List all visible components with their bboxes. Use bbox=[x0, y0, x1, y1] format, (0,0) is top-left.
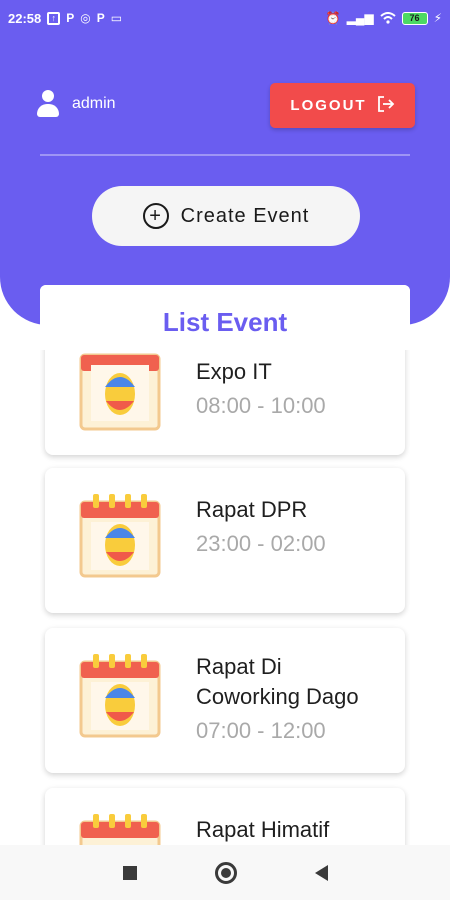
home-button[interactable] bbox=[214, 861, 237, 884]
recent-apps-button[interactable] bbox=[122, 865, 137, 880]
calendar-egg-icon bbox=[79, 654, 161, 738]
event-time: 23:00 - 02:00 bbox=[196, 531, 326, 556]
charging-icon: ⚡ bbox=[433, 11, 442, 25]
signal-icon: ▂▄▆ bbox=[346, 11, 374, 25]
event-card[interactable]: Rapat Di Coworking Dago 07:00 - 12:00 bbox=[45, 628, 405, 773]
logout-button[interactable]: LOGOUT bbox=[270, 83, 415, 128]
add-circle-icon: + bbox=[142, 203, 169, 229]
header-background bbox=[0, 0, 450, 325]
back-button[interactable] bbox=[314, 864, 328, 881]
event-time: 07:00 - 12:00 bbox=[196, 718, 326, 743]
alarm-icon: ⏰ bbox=[325, 11, 341, 25]
event-title: Expo IT bbox=[196, 359, 272, 384]
event-title: Rapat DPR bbox=[196, 497, 308, 522]
event-card[interactable]: Rapat Himatif bbox=[45, 788, 405, 845]
calendar-egg-icon bbox=[79, 814, 161, 845]
event-card[interactable]: Rapat DPR 23:00 - 02:00 bbox=[45, 468, 405, 613]
battery-icon: 76 bbox=[401, 11, 428, 25]
logout-icon bbox=[377, 95, 395, 117]
user-name: admin bbox=[72, 95, 116, 112]
user-info: admin bbox=[36, 90, 116, 118]
status-bar: 22:58 ↑ P ◎ P ▭ ⏰ ▂▄▆ 76 ⚡ bbox=[0, 0, 450, 36]
notification-icon: ↑ bbox=[47, 11, 61, 25]
create-event-label: Create Event bbox=[180, 204, 310, 227]
event-list-panel: Expo IT 08:00 - 10:00 Rapat DPR 23:00 - … bbox=[40, 285, 410, 845]
create-event-button[interactable]: + Create Event bbox=[92, 186, 360, 246]
parking-icon: P bbox=[66, 11, 75, 25]
user-icon bbox=[36, 90, 60, 118]
parking-icon: P bbox=[96, 11, 105, 25]
wifi-icon bbox=[379, 12, 396, 24]
list-title: List Event bbox=[40, 285, 410, 350]
navigation-bar bbox=[0, 845, 450, 900]
status-time: 22:58 bbox=[8, 10, 42, 26]
whatsapp-icon: ◎ bbox=[80, 11, 91, 25]
event-title: Rapat Himatif bbox=[196, 817, 330, 842]
header-divider bbox=[40, 154, 410, 156]
calendar-egg-icon bbox=[79, 353, 161, 431]
event-title: Rapat Di Coworking Dago bbox=[196, 654, 359, 709]
laptop-icon: ▭ bbox=[110, 11, 123, 25]
event-time: 08:00 - 10:00 bbox=[196, 393, 326, 418]
logout-label: LOGOUT bbox=[290, 97, 367, 114]
calendar-egg-icon bbox=[79, 494, 161, 578]
